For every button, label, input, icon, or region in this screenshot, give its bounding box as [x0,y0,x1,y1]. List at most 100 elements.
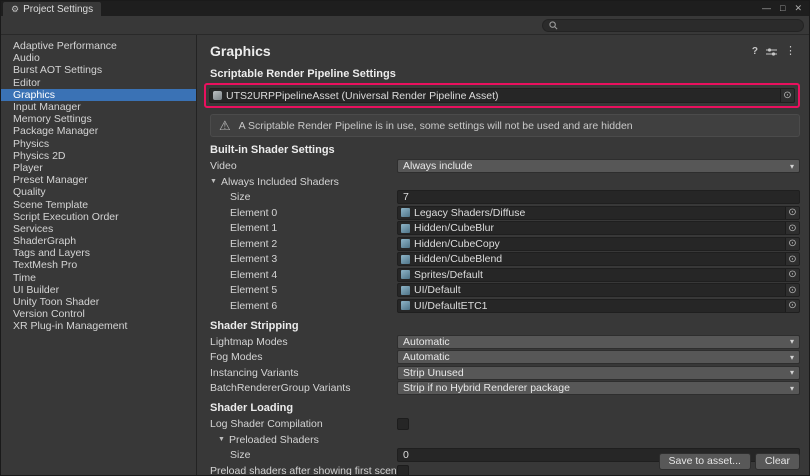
sidebar-item-textmesh-pro[interactable]: TextMesh Pro [1,259,196,271]
object-picker-icon[interactable]: ⊙ [785,284,799,296]
element-label: Element 1 [230,222,397,234]
dropdown-value: Automatic [403,351,450,363]
sidebar-item-adaptive-performance[interactable]: Adaptive Performance [1,40,196,52]
sidebar-item-graphics[interactable]: Graphics [1,89,196,101]
sidebar-item-package-manager[interactable]: Package Manager [1,125,196,137]
sidebar-item-shadergraph[interactable]: ShaderGraph [1,235,196,247]
always-included-shaders-foldout[interactable]: ▼ Always Included Shaders [210,175,800,189]
sidebar-item-label: Graphics [13,89,55,101]
sidebar-item-label: Package Manager [13,125,98,137]
footer-buttons: Save to asset... Clear [659,453,800,470]
save-to-asset-button[interactable]: Save to asset... [659,453,751,470]
sidebar-item-xr-plug-in-management[interactable]: XR Plug-in Management [1,320,196,332]
shader-object-field[interactable]: Sprites/Default ⊙ [397,268,800,282]
preloaded-shaders-foldout[interactable]: ▼ Preloaded Shaders [218,433,800,447]
sidebar-item-scene-template[interactable]: Scene Template [1,198,196,210]
object-picker-icon[interactable]: ⊙ [785,238,799,250]
clear-button[interactable]: Clear [755,453,800,470]
sidebar-item-unity-toon-shader[interactable]: Unity Toon Shader [1,296,196,308]
sidebar-item-quality[interactable]: Quality [1,186,196,198]
sidebar-item-time[interactable]: Time [1,272,196,284]
element-label: Element 0 [230,207,397,219]
annotation-highlight: UTS2URPPipelineAsset (Universal Render P… [204,83,800,108]
sidebar-item-physics-2d[interactable]: Physics 2D [1,150,196,162]
help-icon[interactable]: ? [752,47,758,57]
stripping-dropdown[interactable]: Strip if no Hybrid Renderer package ▾ [397,381,800,395]
shader-object-field[interactable]: Legacy Shaders/Diffuse ⊙ [397,206,800,220]
dropdown-value: Always include [403,160,472,172]
sidebar-item-label: Quality [13,186,46,198]
shader-object-field[interactable]: UI/DefaultETC1 ⊙ [397,299,800,313]
stripping-dropdown[interactable]: Automatic ▾ [397,350,800,364]
window-tab[interactable]: ⚙ Project Settings [3,2,101,16]
sidebar-item-label: Editor [13,77,40,89]
object-picker-icon[interactable]: ⊙ [785,222,799,234]
chevron-down-icon: ▾ [790,337,794,346]
sidebar-item-label: Preset Manager [13,174,88,186]
sidebar-item-memory-settings[interactable]: Memory Settings [1,113,196,125]
element-label: Element 6 [230,300,397,312]
object-picker-icon[interactable]: ⊙ [785,207,799,219]
log-shader-compilation-checkbox[interactable] [397,418,409,430]
object-picker-icon[interactable]: ⊙ [785,300,799,312]
sidebar-item-audio[interactable]: Audio [1,52,196,64]
stripping-dropdown[interactable]: Automatic ▾ [397,335,800,349]
sidebar-item-label: Physics [13,138,49,150]
close-button[interactable]: ✕ [794,4,802,13]
titlebar: ⚙ Project Settings — □ ✕ [1,1,809,16]
panel-header-icons: ? ⋮ [752,46,796,57]
shader-object-field[interactable]: Hidden/CubeCopy ⊙ [397,237,800,251]
shaders-size-row: Size 7 [210,190,800,204]
srp-asset-field[interactable]: UTS2URPPipelineAsset (Universal Render P… [209,88,795,103]
foldout-triangle-icon: ▼ [218,436,229,443]
shader-element-row: Element 5 UI/Default ⊙ [210,283,800,297]
search-input[interactable] [542,19,804,32]
sidebar-item-version-control[interactable]: Version Control [1,308,196,320]
sidebar-item-label: Audio [13,52,40,64]
shaders-size-field[interactable]: 7 [397,190,800,204]
graphics-settings-panel: Graphics ? ⋮ Scriptable Render Pipeline … [197,35,809,475]
shader-object-field[interactable]: Hidden/CubeBlur ⊙ [397,221,800,235]
shader-element-row: Element 3 Hidden/CubeBlend ⊙ [210,252,800,266]
gear-icon: ⚙ [11,4,19,15]
video-dropdown[interactable]: Always include ▾ [397,159,800,173]
shader-object-value: Hidden/CubeCopy [414,238,500,250]
sidebar-item-player[interactable]: Player [1,162,196,174]
preset-icon[interactable] [766,47,777,57]
stripping-label: Fog Modes [210,351,397,363]
more-menu-icon[interactable]: ⋮ [785,46,796,57]
sidebar-item-burst-aot-settings[interactable]: Burst AOT Settings [1,64,196,76]
sidebar-item-label: TextMesh Pro [13,259,77,271]
sidebar-item-physics[interactable]: Physics [1,138,196,150]
shader-object-field[interactable]: Hidden/CubeBlend ⊙ [397,252,800,266]
size-label: Size [230,191,397,203]
object-picker-icon[interactable]: ⊙ [785,253,799,265]
video-label: Video [210,160,397,172]
preload-after-checkbox[interactable] [397,465,409,476]
minimize-button[interactable]: — [762,4,771,13]
sidebar-item-editor[interactable]: Editor [1,77,196,89]
stripping-dropdown[interactable]: Strip Unused ▾ [397,366,800,380]
dropdown-value: Strip Unused [403,367,464,379]
maximize-button[interactable]: □ [780,4,785,13]
window-title: Project Settings [23,4,93,15]
window-controls: — □ ✕ [762,4,809,13]
sidebar-item-label: Services [13,223,53,235]
shader-icon [401,301,410,310]
element-label: Element 5 [230,284,397,296]
sidebar-item-tags-and-layers[interactable]: Tags and Layers [1,247,196,259]
shader-element-row: Element 1 Hidden/CubeBlur ⊙ [210,221,800,235]
sidebar-item-ui-builder[interactable]: UI Builder [1,284,196,296]
shader-object-value: Hidden/CubeBlur [414,222,494,234]
settings-toolbar [1,16,809,35]
sidebar-item-script-execution-order[interactable]: Script Execution Order [1,211,196,223]
sidebar-item-services[interactable]: Services [1,223,196,235]
pipeline-asset-icon [213,91,222,100]
sidebar-item-label: Version Control [13,308,85,320]
object-picker-icon[interactable]: ⊙ [785,269,799,281]
sidebar-item-preset-manager[interactable]: Preset Manager [1,174,196,186]
foldout-label: Always Included Shaders [221,176,339,188]
object-picker-icon[interactable]: ⊙ [780,89,794,102]
shader-object-field[interactable]: UI/Default ⊙ [397,283,800,297]
sidebar-item-input-manager[interactable]: Input Manager [1,101,196,113]
